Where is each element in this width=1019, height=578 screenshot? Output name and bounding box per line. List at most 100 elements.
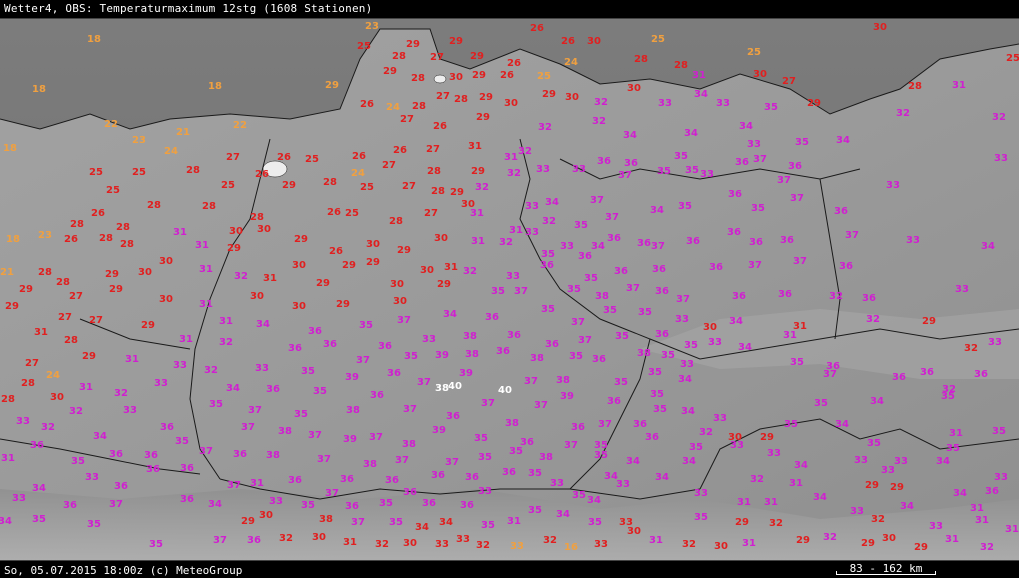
station-temperature: 29	[450, 187, 464, 198]
station-temperature: 37	[325, 488, 339, 499]
station-temperature: 35	[574, 220, 588, 231]
station-temperature: 38	[278, 426, 292, 437]
station-temperature: 30	[420, 265, 434, 276]
station-temperature: 29	[470, 51, 484, 62]
station-temperature: 25	[360, 182, 374, 193]
station-temperature: 35	[491, 286, 505, 297]
station-temperature: 37	[369, 432, 383, 443]
station-temperature: 36	[370, 390, 384, 401]
station-temperature: 32	[234, 271, 248, 282]
station-temperature: 25	[89, 167, 103, 178]
station-temperature: 34	[836, 135, 850, 146]
station-temperature: 32	[896, 108, 910, 119]
station-temperature: 37	[598, 419, 612, 430]
station-temperature: 36	[180, 463, 194, 474]
station-temperature: 36	[839, 261, 853, 272]
station-temperature: 33	[550, 478, 564, 489]
station-temperature: 38	[530, 353, 544, 364]
station-temperature: 34	[93, 431, 107, 442]
station-temperature: 35	[32, 514, 46, 525]
station-temperature: 29	[735, 517, 749, 528]
station-temperature: 36	[597, 156, 611, 167]
station-temperature: 28	[674, 60, 688, 71]
station-temperature: 35	[209, 399, 223, 410]
station-temperature: 35	[404, 351, 418, 362]
station-temperature: 33	[616, 479, 630, 490]
station-temperature: 34	[256, 319, 270, 330]
station-temperature: 39	[435, 350, 449, 361]
station-temperature: 32	[682, 539, 696, 550]
station-temperature: 32	[475, 182, 489, 193]
station-temperature: 29	[105, 269, 119, 280]
station-temperature: 31	[783, 330, 797, 341]
station-temperature: 29	[760, 432, 774, 443]
station-temperature: 31	[764, 497, 778, 508]
station-temperature: 33	[422, 334, 436, 345]
scale-bar: 83 - 162 km	[836, 563, 936, 575]
station-temperature: 36	[323, 339, 337, 350]
station-temperature: 36	[545, 339, 559, 350]
station-temperature: 29	[914, 542, 928, 553]
station-temperature: 36	[460, 500, 474, 511]
station-temperature: 28	[202, 201, 216, 212]
station-temperature: 29	[542, 89, 556, 100]
station-temperature: 33	[675, 314, 689, 325]
station-temperature: 36	[778, 289, 792, 300]
station-temperature: 36	[507, 330, 521, 341]
temperature-map[interactable]: 1818182922212223241825252523182128242328…	[0, 19, 1019, 560]
station-temperature: 36	[403, 487, 417, 498]
station-temperature: 32	[41, 422, 55, 433]
station-temperature: 33	[708, 337, 722, 348]
station-temperature: 35	[301, 500, 315, 511]
station-temperature: 28	[56, 277, 70, 288]
station-temperature: 33	[478, 486, 492, 497]
station-temperature: 28	[427, 166, 441, 177]
station-temperature: 21	[0, 267, 14, 278]
station-temperature: 30	[627, 526, 641, 537]
station-temperature: 31	[509, 225, 523, 236]
station-temperature: 38	[435, 383, 449, 394]
station-temperature: 37	[445, 457, 459, 468]
station-temperature: 30	[229, 226, 243, 237]
station-temperature: 35	[946, 443, 960, 454]
station-temperature: 34	[655, 472, 669, 483]
station-temperature: 25	[357, 41, 371, 52]
station-temperature: 27	[25, 358, 39, 369]
station-temperature: 36	[465, 472, 479, 483]
station-temperature: 37	[397, 315, 411, 326]
station-temperature: 38	[637, 348, 651, 359]
station-temperature: 39	[345, 372, 359, 383]
station-temperature: 36	[607, 233, 621, 244]
station-temperature: 32	[942, 384, 956, 395]
station-temperature: 30	[714, 541, 728, 552]
station-temperature: 37	[403, 404, 417, 415]
station-temperature: 28	[412, 101, 426, 112]
station-temperature: 32	[592, 116, 606, 127]
station-temperature: 35	[567, 284, 581, 295]
station-temperature: 30	[434, 233, 448, 244]
station-temperature: 33	[255, 363, 269, 374]
station-temperature: 38	[505, 418, 519, 429]
station-temperature: 25	[305, 154, 319, 165]
station-temperature: 35	[379, 498, 393, 509]
station-temperature: 30	[461, 199, 475, 210]
station-temperature: 26	[360, 99, 374, 110]
station-temperature: 30	[366, 239, 380, 250]
station-temperature: 37	[564, 440, 578, 451]
station-temperature: 36	[146, 464, 160, 475]
station-temperature: 30	[627, 83, 641, 94]
station-temperature: 30	[292, 301, 306, 312]
station-temperature: 34	[900, 501, 914, 512]
station-temperature: 31	[504, 152, 518, 163]
station-temperature: 31	[975, 515, 989, 526]
station-temperature: 36	[485, 312, 499, 323]
station-temperature: 36	[144, 450, 158, 461]
station-temperature: 38	[556, 375, 570, 386]
station-temperature: 36	[892, 372, 906, 383]
station-temperature: 27	[400, 114, 414, 125]
station-temperature: 36	[578, 251, 592, 262]
station-temperature: 37	[626, 283, 640, 294]
station-temperature: 31	[250, 478, 264, 489]
station-temperature: 36	[985, 486, 999, 497]
station-temperature: 31	[125, 354, 139, 365]
